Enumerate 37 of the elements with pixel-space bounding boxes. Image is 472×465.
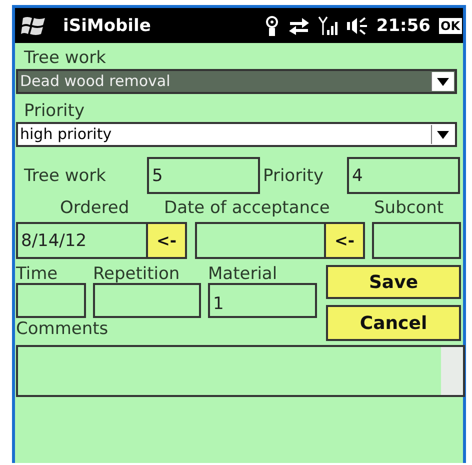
dropdown[interactable]: Dead wood removal — [16, 69, 457, 94]
field-label: Date of acceptance — [164, 198, 331, 218]
caret-icon — [437, 130, 449, 138]
signal-icon — [318, 14, 338, 36]
field-label: Subcont — [374, 198, 444, 218]
field-label: Tree work — [24, 47, 107, 69]
input-field[interactable] — [372, 222, 461, 259]
input-field[interactable]: 4 — [347, 157, 460, 194]
sync-arrows-icon — [288, 16, 310, 36]
date-field[interactable] — [195, 222, 326, 259]
arrow-button[interactable]: <- — [326, 222, 365, 259]
save-button[interactable]: Save — [326, 265, 461, 299]
field-label: Comments — [16, 318, 110, 340]
speaker-icon — [346, 16, 368, 36]
windows-logo-icon[interactable] — [21, 14, 47, 36]
field-label: Material — [208, 265, 278, 283]
comments-field[interactable] — [16, 345, 465, 397]
caret-icon — [437, 78, 449, 86]
field-label: Priority — [24, 100, 86, 122]
field-label: Priority — [263, 166, 325, 186]
field-label: Tree work — [23, 166, 107, 186]
input-field[interactable] — [16, 283, 86, 318]
clock: 21:56 — [376, 16, 430, 36]
cancel-button[interactable]: Cancel — [326, 305, 461, 341]
date-field[interactable]: 8/14/12 — [16, 222, 148, 259]
field-label: Ordered — [60, 198, 130, 218]
dropdown[interactable]: high priority — [16, 122, 457, 147]
field-label: Time — [16, 265, 59, 283]
input-field[interactable]: 5 — [147, 157, 260, 194]
ok-button[interactable]: OK — [438, 18, 462, 34]
app-title: iSiMobile — [63, 16, 152, 36]
field-label: Repetition — [93, 265, 181, 283]
input-field[interactable] — [93, 283, 201, 318]
input-field[interactable]: 1 — [208, 283, 317, 318]
scroll-bar[interactable] — [441, 347, 463, 395]
arrow-button[interactable]: <- — [148, 222, 187, 259]
antenna-icon — [264, 14, 280, 36]
